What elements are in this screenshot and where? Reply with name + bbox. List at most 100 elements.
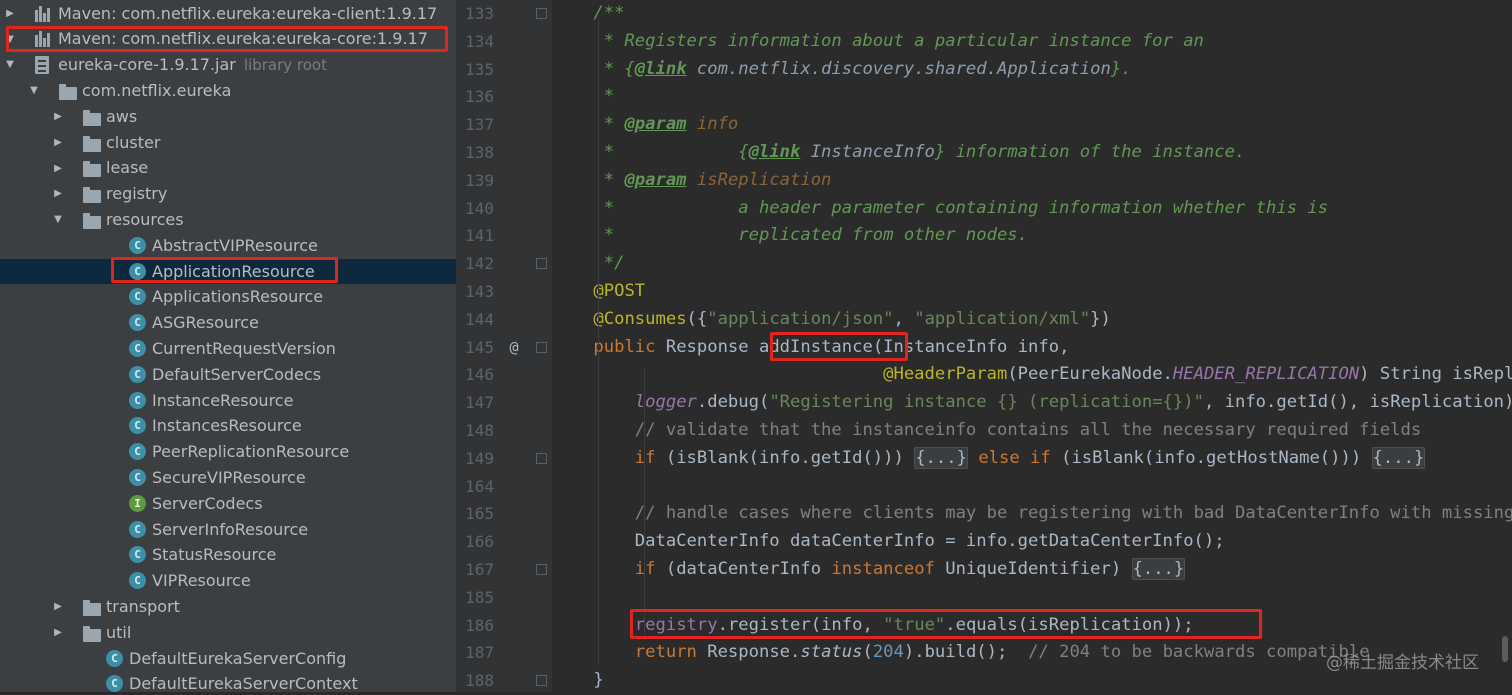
code-token: ) String isReplication) { [1359,364,1512,385]
tree-row[interactable]: ▼ resources [0,207,456,233]
code-token: status [800,642,863,663]
code-line[interactable]: * [552,83,1512,111]
editor-scrollbar[interactable] [1502,636,1508,662]
code-line[interactable] [552,473,1512,501]
code-line[interactable]: * replicated from other nodes. [552,222,1512,250]
line-number: 166 [465,532,494,552]
code-line[interactable]: logger.debug("Registering instance {} (r… [552,389,1512,417]
code-line[interactable]: @HeaderParam(PeerEurekaNode.HEADER_REPLI… [552,361,1512,389]
fold-toggle-icon[interactable] [536,341,547,353]
line-number: 148 [465,421,494,440]
code-token: } [552,670,604,691]
tree-row[interactable]: C SecureVIPResource [0,465,456,491]
tree-row[interactable]: C AbstractVIPResource [0,233,456,259]
expand-arrow-down-icon[interactable]: ▼ [4,52,16,78]
code-token: */ [552,253,625,274]
code-token: , info.getId(), isReplication); [1203,392,1512,413]
fold-toggle-icon[interactable] [536,452,547,464]
code-line[interactable]: if (isBlank(info.getId())) {...} else if… [552,445,1512,473]
expand-arrow-right-icon[interactable]: ▶ [52,130,64,156]
code-token: .register(info, [717,614,884,635]
code-token: (isBlank(info.getId())) [665,447,915,468]
code-line[interactable]: // handle cases where clients may be reg… [552,500,1512,528]
expand-arrow-right-icon[interactable]: ▶ [52,155,64,181]
fold-toggle-icon[interactable] [536,8,547,19]
code-line[interactable]: * @param isReplication [552,167,1512,195]
tree-row[interactable]: ▶ transport [0,594,456,620]
project-tree[interactable]: ▶ Maven: com.netflix.eureka:eureka-client… [0,0,456,692]
code-token: * a header parameter containing informat… [552,197,1329,218]
tree-row[interactable]: C InstanceResource [0,388,456,414]
tree-row-label: transport [106,594,180,620]
tree-row[interactable]: ▶ util [0,620,456,646]
code-line[interactable]: registry.register(info, "true".equals(is… [552,612,1512,640]
tree-row[interactable]: C PeerReplicationResource [0,439,456,465]
code-line[interactable]: /** [552,0,1512,28]
fold-toggle-icon[interactable] [536,258,547,270]
code-token: // 204 to be backwards compatible [1028,642,1370,663]
expand-arrow-right-icon[interactable]: ▶ [52,181,64,207]
indent-guide [644,368,645,640]
tree-row[interactable]: C DefaultServerCodecs [0,362,456,388]
tree-row[interactable]: C ApplicationResource [0,258,456,285]
code-token: instanceof [831,559,946,579]
code-line[interactable]: if (dataCenterInfo instanceof UniqueIden… [552,556,1512,584]
code-line[interactable]: public Response addInstance(InstanceInfo… [552,334,1512,362]
code-editor[interactable]: /** * Registers information about a part… [552,0,1512,692]
expand-arrow-right-icon[interactable]: ▶ [52,620,64,646]
tree-row[interactable]: C DefaultEurekaServerConfig [0,646,456,672]
code-line[interactable] [552,584,1512,612]
code-line[interactable]: */ [552,250,1512,278]
code-token: * [552,169,625,190]
tree-row[interactable]: C DefaultEurekaServerContext [0,671,456,692]
expand-arrow-right-icon[interactable]: ▶ [52,104,64,130]
fold-toggle-icon[interactable] [536,675,547,687]
code-line[interactable]: * a header parameter containing informat… [552,195,1512,223]
code-line[interactable]: * @param info [552,111,1512,139]
code-line[interactable]: @POST [552,278,1512,306]
tree-row[interactable]: I ServerCodecs [0,491,456,517]
code-token: 204 [872,642,904,663]
tree-row[interactable]: C CurrentRequestVersion [0,336,456,362]
code-line[interactable]: @Consumes({"application/json", "applicat… [552,306,1512,334]
tree-row[interactable]: ▶ cluster [0,130,456,156]
fold-toggle-icon[interactable] [536,564,547,575]
code-line[interactable]: * Registers information about a particul… [552,28,1512,56]
tree-row[interactable]: ▶ registry [0,181,456,207]
override-marker-icon[interactable]: @ [506,334,522,362]
code-line[interactable]: // validate that the instanceinfo contai… [552,417,1512,445]
expand-arrow-right-icon[interactable]: ▶ [52,594,64,620]
tree-row[interactable]: ▼ com.netflix.eureka [0,78,456,104]
tree-row[interactable]: ▼ eureka-core-1.9.17.jar library root [0,52,456,78]
class-icon: C [129,365,146,383]
code-line[interactable]: DataCenterInfo dataCenterInfo = info.get… [552,528,1512,556]
tree-row[interactable]: C ApplicationsResource [0,284,456,310]
line-number: 147 [465,393,494,413]
expand-arrow-down-icon[interactable]: ▼ [28,78,40,104]
code-token: HEADER_REPLICATION [1172,364,1360,385]
tree-row-label: Maven: com.netflix.eureka:eureka-core:1.… [58,26,428,52]
tree-row[interactable]: ▼ Maven: com.netflix.eureka:eureka-core:1… [0,26,456,52]
tree-row-label: StatusResource [152,542,276,568]
code-line[interactable]: * {@link com.netflix.discovery.shared.Ap… [552,56,1512,84]
tree-row[interactable]: ▶ Maven: com.netflix.eureka:eureka-client… [0,1,456,27]
editor-gutter[interactable]: 133 134 135 136 137 138 139 140 141 142 143 144 145 @… [456,0,552,692]
line-number: 142 [465,254,494,274]
tree-row[interactable]: ▶ lease [0,155,456,181]
tree-row[interactable]: C ASGResource [0,310,456,336]
line-number: 135 [465,59,494,79]
tree-row[interactable]: C VIPResource [0,568,456,594]
tree-row[interactable]: C ServerInfoResource [0,517,456,543]
code-token: return [634,642,708,663]
tree-row[interactable]: C StatusResource [0,542,456,568]
tree-row[interactable]: ▶ aws [0,104,456,130]
tree-row-label: Maven: com.netflix.eureka:eureka-client:… [58,1,437,27]
code-line[interactable]: * {@link InstanceInfo} information of th… [552,139,1512,167]
expand-arrow-right-icon[interactable]: ▶ [4,1,16,27]
expand-arrow-down-icon[interactable]: ▼ [4,26,16,52]
tree-row[interactable]: C InstancesResource [0,413,456,439]
tree-row-text: Maven: com.netflix.eureka:eureka-client:… [58,3,438,23]
expand-arrow-down-icon[interactable]: ▼ [52,207,64,233]
